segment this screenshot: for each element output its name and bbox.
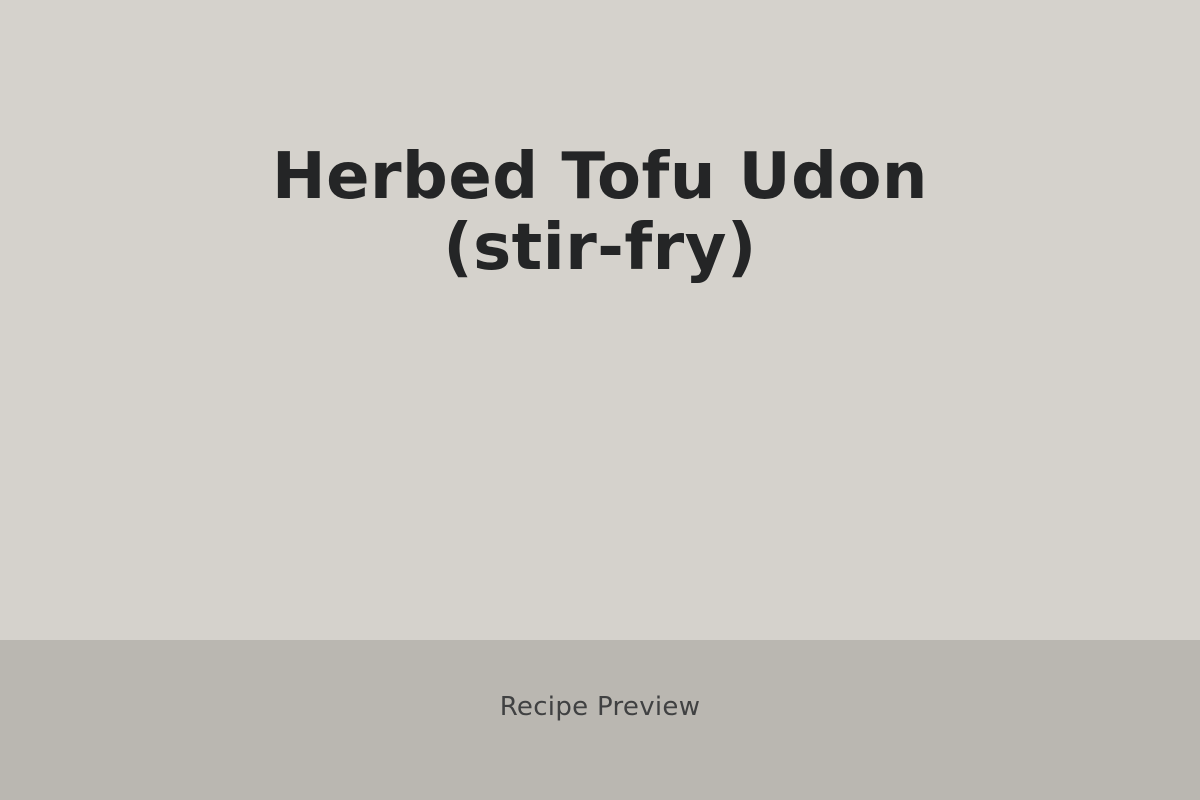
recipe-title-line-1: Herbed Tofu Udon bbox=[272, 140, 928, 214]
footer-label: Recipe Preview bbox=[499, 692, 701, 722]
recipe-title: Herbed Tofu Udon (stir-fry) bbox=[0, 142, 1200, 284]
recipe-title-line-2: (stir-fry) bbox=[443, 211, 757, 285]
recipe-preview-page: Herbed Tofu Udon (stir-fry) Recipe Previ… bbox=[0, 0, 1200, 800]
